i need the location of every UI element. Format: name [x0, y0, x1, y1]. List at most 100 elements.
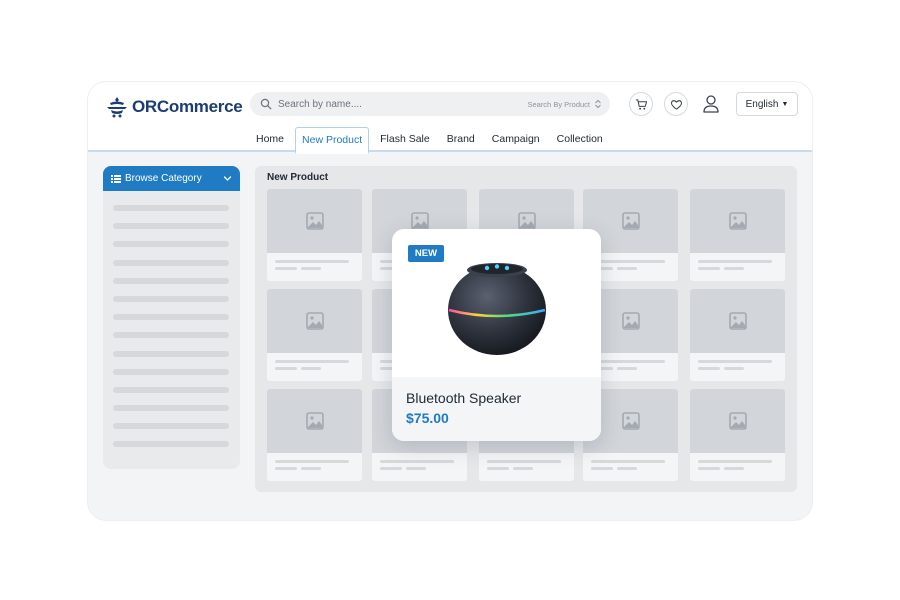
meta-line-placeholder: [275, 267, 297, 270]
cart-icon: [635, 98, 647, 110]
nav-item-campaign[interactable]: Campaign: [486, 126, 546, 152]
product-card-placeholder[interactable]: [690, 189, 785, 281]
title-line-placeholder: [698, 360, 772, 363]
language-label: English: [745, 98, 779, 110]
language-select[interactable]: English ▼: [736, 92, 798, 116]
category-placeholder[interactable]: [113, 314, 229, 321]
meta-line-placeholder: [301, 367, 321, 370]
category-placeholder[interactable]: [113, 241, 229, 248]
heart-icon: [670, 99, 682, 110]
updown-chevron-icon: [595, 99, 601, 109]
category-placeholder[interactable]: [113, 405, 229, 412]
image-placeholder-icon: [621, 212, 640, 230]
image-placeholder-icon: [728, 312, 747, 330]
category-placeholder[interactable]: [113, 368, 229, 375]
browse-category-label: Browse Category: [125, 173, 202, 184]
product-image-placeholder: [690, 389, 785, 453]
chevron-down-icon: [223, 176, 232, 181]
product-card-placeholder[interactable]: [690, 289, 785, 381]
meta-line-placeholder: [698, 467, 720, 470]
title-line-placeholder: [380, 460, 454, 463]
title-line-placeholder: [591, 460, 665, 463]
browse-category-button[interactable]: Browse Category: [103, 166, 240, 191]
meta-line-placeholder: [487, 467, 509, 470]
meta-line-placeholder: [591, 467, 613, 470]
image-placeholder-icon: [621, 412, 640, 430]
meta-line-placeholder: [513, 467, 533, 470]
category-placeholder[interactable]: [113, 295, 229, 302]
product-price: $75.00: [406, 410, 449, 426]
product-image-placeholder: [690, 189, 785, 253]
category-placeholder[interactable]: [113, 223, 229, 230]
category-placeholder[interactable]: [113, 350, 229, 357]
product-card-placeholder[interactable]: [267, 389, 362, 481]
meta-line-placeholder: [380, 467, 402, 470]
meta-line-placeholder: [724, 267, 744, 270]
category-placeholder[interactable]: [113, 332, 229, 339]
image-placeholder-icon: [410, 212, 429, 230]
image-placeholder-icon: [621, 312, 640, 330]
product-card-placeholder[interactable]: [267, 289, 362, 381]
title-line-placeholder: [698, 460, 772, 463]
nav-item-flash-sale[interactable]: Flash Sale: [374, 126, 436, 152]
meta-line-placeholder: [724, 467, 744, 470]
product-info: Bluetooth Speaker $75.00: [392, 377, 601, 441]
new-badge: NEW: [408, 245, 444, 262]
search-scope-select[interactable]: Search By Product: [527, 100, 590, 109]
meta-line-placeholder: [698, 367, 720, 370]
header: ORCommerce Search By Product: [88, 82, 812, 154]
nav-item-brand[interactable]: Brand: [441, 126, 481, 152]
title-line-placeholder: [275, 360, 349, 363]
product-name[interactable]: Bluetooth Speaker: [406, 390, 521, 406]
image-placeholder-icon: [305, 312, 324, 330]
product-image-placeholder: [267, 189, 362, 253]
title-line-placeholder: [275, 460, 349, 463]
main-nav: Home New Product Flash Sale Brand Campai…: [250, 126, 614, 154]
category-placeholder[interactable]: [113, 386, 229, 393]
image-placeholder-icon: [305, 212, 324, 230]
product-image-placeholder: [267, 289, 362, 353]
title-line-placeholder: [275, 260, 349, 263]
product-card-placeholder[interactable]: [267, 189, 362, 281]
cart-button[interactable]: [629, 92, 653, 116]
category-sidebar: Browse Category: [103, 166, 240, 469]
logo[interactable]: ORCommerce: [104, 94, 243, 120]
category-placeholder[interactable]: [113, 441, 229, 448]
product-image-placeholder: [690, 289, 785, 353]
title-line-placeholder: [591, 360, 665, 363]
meta-line-placeholder: [698, 267, 720, 270]
category-placeholder[interactable]: [113, 205, 229, 211]
category-placeholder[interactable]: [113, 277, 229, 284]
wishlist-button[interactable]: [664, 92, 688, 116]
section-title: New Product: [267, 172, 329, 183]
category-placeholder[interactable]: [113, 423, 229, 430]
logo-icon: [107, 97, 127, 118]
image-placeholder-icon: [305, 412, 324, 430]
search-input[interactable]: [278, 98, 528, 110]
search-icon: [260, 98, 272, 110]
image-placeholder-icon: [517, 212, 536, 230]
nav-item-home[interactable]: Home: [250, 126, 290, 152]
nav-item-collection[interactable]: Collection: [551, 126, 609, 152]
speaker-image: [447, 263, 546, 355]
meta-line-placeholder: [275, 467, 297, 470]
search-bar[interactable]: Search By Product: [250, 92, 610, 116]
stage: ORCommerce Search By Product: [0, 0, 900, 600]
featured-product-card[interactable]: NEW Bluetooth Speaker $75.00: [392, 229, 601, 441]
product-card-placeholder[interactable]: [690, 389, 785, 481]
brand-name: ORCommerce: [132, 97, 243, 116]
nav-item-new-product[interactable]: New Product: [295, 127, 370, 154]
image-placeholder-icon: [728, 412, 747, 430]
category-placeholder[interactable]: [113, 259, 229, 266]
meta-line-placeholder: [406, 467, 426, 470]
title-line-placeholder: [591, 260, 665, 263]
meta-line-placeholder: [301, 267, 321, 270]
meta-line-placeholder: [724, 367, 744, 370]
product-image-placeholder: [267, 389, 362, 453]
list-icon: [111, 174, 121, 183]
user-icon[interactable]: [702, 94, 720, 114]
meta-line-placeholder: [275, 367, 297, 370]
caret-down-icon: ▼: [781, 100, 789, 108]
image-placeholder-icon: [728, 212, 747, 230]
category-list: [103, 191, 240, 448]
